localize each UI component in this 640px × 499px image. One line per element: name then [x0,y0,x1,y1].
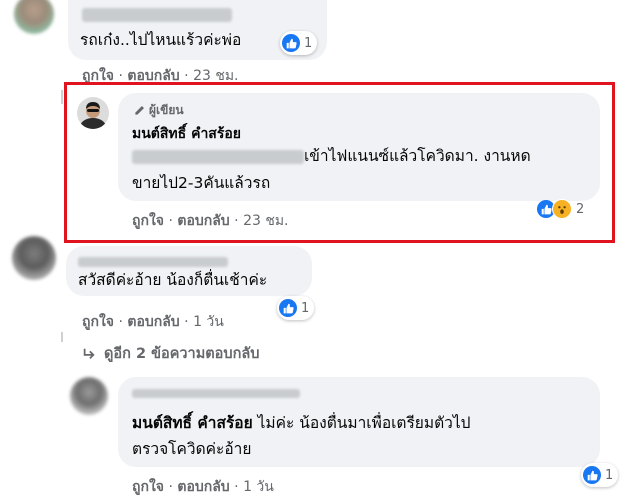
author-name[interactable]: มนต์สิทธิ์ คำสร้อย [132,123,241,145]
reply-arrow-icon [82,347,96,361]
wow-icon [552,199,572,219]
comment-bubble: สวัสดีค่ะอ้าย น้องก็ตื่นเช้าค่ะ [66,246,312,296]
reaction-count[interactable]: 1 [277,296,315,320]
comment-bubble: มนต์สิทธิ์ คำสร้อย ไม่ค่ะ น้องตื่นมาเพื่… [118,377,600,467]
author-badge: ผู้เขียน [134,101,184,120]
timestamp[interactable]: 23 ชม. [243,213,288,229]
author-comment-bubble: ผู้เขียน มนต์สิทธิ์ คำสร้อย เข้าไฟแนนซ์แ… [118,93,600,201]
reaction-count[interactable]: 1 [581,463,619,487]
comment-text-line2: ตรวจโควิดค่ะอ้าย [132,440,252,458]
comment-text: รถเก๋ง..ไปไหนแร้วค่ะพ่อ [80,31,242,49]
comment-text: สวัสดีค่ะอ้าย น้องก็ตื่นเช้าค่ะ [78,271,268,289]
reply-link[interactable]: ตอบกลับ [177,213,229,229]
mention-link[interactable]: มนต์สิทธิ์ คำสร้อย [132,414,253,432]
commenter-avatar[interactable] [12,236,56,280]
commenter-avatar[interactable] [70,377,108,415]
pencil-icon [134,105,145,116]
like-icon [279,299,297,317]
comment-actions: ถูกใจ · ตอบกลับ · 23 ชม. [132,213,289,229]
thread-line [61,90,63,104]
like-link[interactable]: ถูกใจ [82,314,114,330]
author-avatar[interactable] [77,97,109,129]
like-link[interactable]: ถูกใจ [132,213,164,229]
reaction-count[interactable]: 2 [535,197,589,221]
thread-line [61,332,63,342]
redacted-name [82,4,232,23]
comment-actions: ถูกใจ · ตอบกลับ · 1 วัน [82,314,224,330]
timestamp[interactable]: 1 วัน [193,314,224,330]
like-link[interactable]: ถูกใจ [132,479,164,495]
like-icon [282,34,300,52]
comment-text-line2: ขายไป2-3คันแล้วรถ [132,174,271,192]
comment-actions: ถูกใจ · ตอบกลับ · 1 วัน [132,479,274,495]
redacted-name [132,383,300,402]
reply-link[interactable]: ตอบกลับ [127,314,179,330]
redacted-text [132,149,304,164]
comment-text-line1: เข้าไฟแนนซ์แล้วโควิดมา. งานหด [132,144,531,168]
timestamp[interactable]: 1 วัน [243,479,274,495]
commenter-avatar[interactable] [14,0,54,34]
view-more-replies[interactable]: ดูอีก 2 ข้อความตอบกลับ [82,342,259,365]
reply-link[interactable]: ตอบกลับ [177,479,229,495]
comment-text-line1: มนต์สิทธิ์ คำสร้อย ไม่ค่ะ น้องตื่นมาเพื่… [132,414,471,432]
like-icon [583,466,601,484]
reaction-count[interactable]: 1 [280,31,318,55]
